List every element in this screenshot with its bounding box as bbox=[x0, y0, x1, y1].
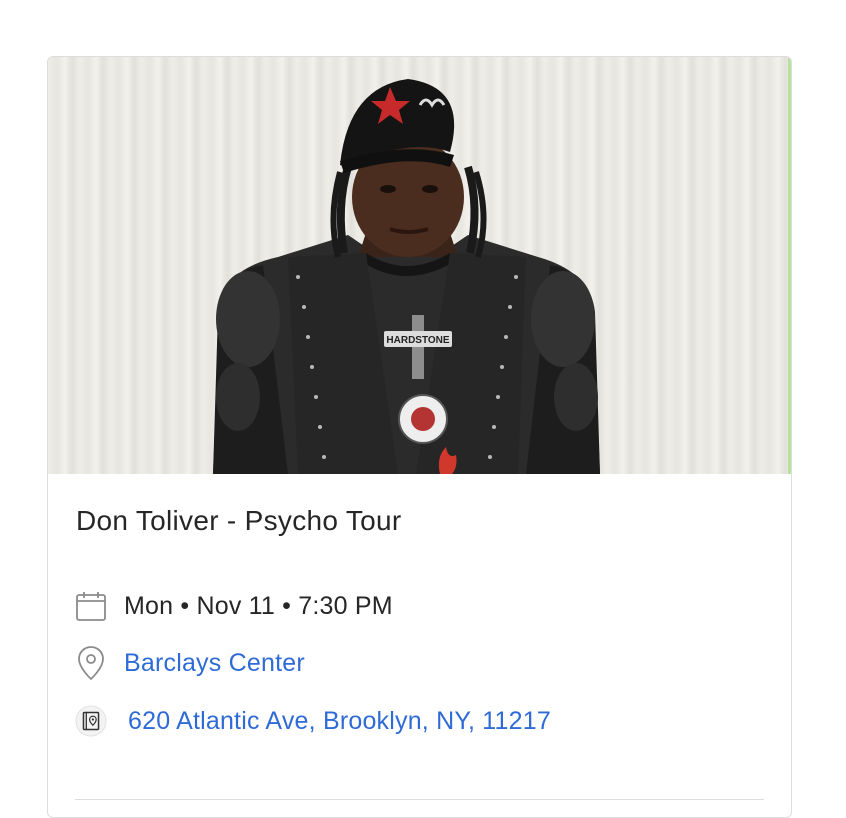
event-venue-row[interactable]: Barclays Center bbox=[75, 646, 305, 681]
event-datetime: Mon • Nov 11 • 7:30 PM bbox=[124, 591, 393, 620]
event-title: Don Toliver - Psycho Tour bbox=[76, 505, 402, 536]
map-book-icon bbox=[75, 704, 107, 738]
event-hero-image[interactable]: HARDSTONE bbox=[48, 57, 791, 474]
address-link[interactable]: 620 Atlantic Ave, Brooklyn, NY, 11217 bbox=[128, 707, 551, 736]
event-card: HARDSTONE Don Toliver - Psycho Tour Mon … bbox=[47, 56, 792, 818]
venue-link[interactable]: Barclays Center bbox=[124, 649, 305, 678]
event-date-row: Mon • Nov 11 • 7:30 PM bbox=[75, 589, 393, 623]
event-address-row[interactable]: 620 Atlantic Ave, Brooklyn, NY, 11217 bbox=[75, 704, 551, 738]
artist-photo: HARDSTONE bbox=[213, 79, 600, 474]
calendar-icon bbox=[75, 589, 107, 623]
svg-text:HARDSTONE: HARDSTONE bbox=[386, 335, 449, 346]
map-pin-icon bbox=[75, 646, 107, 681]
